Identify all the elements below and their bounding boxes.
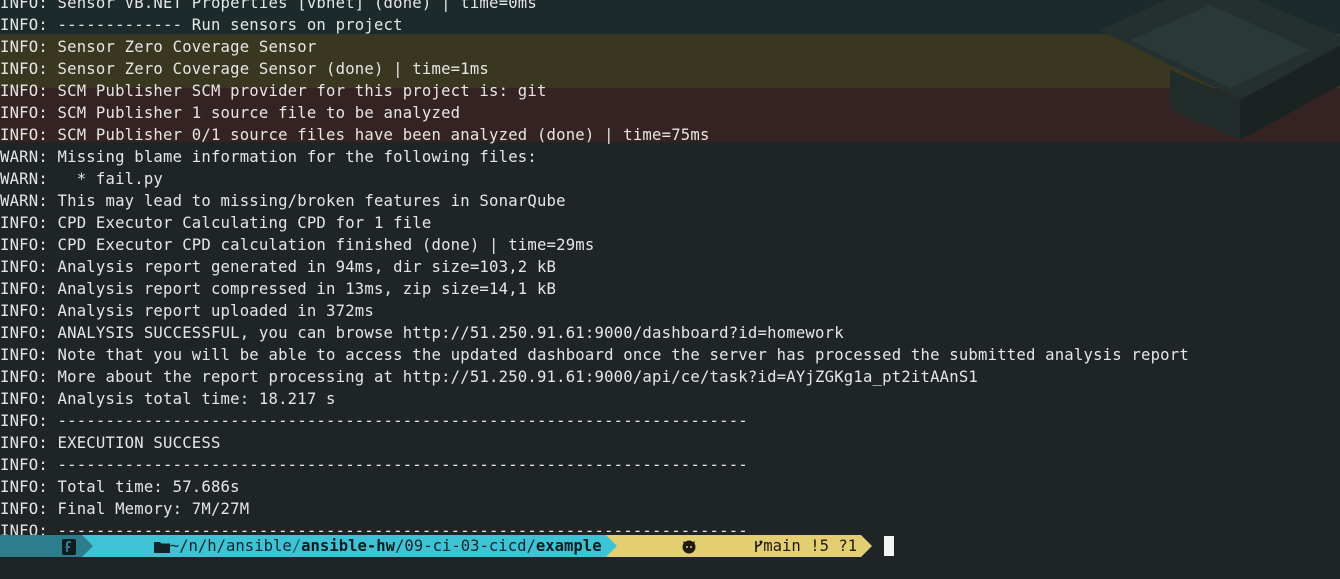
- log-line: INFO: ----------------------------------…: [0, 410, 1340, 432]
- log-line: WARN: * fail.py: [0, 168, 1340, 190]
- terminal-output: INFO: Sensor VB.NET Properties [vbnet] (…: [0, 0, 1340, 542]
- log-line: INFO: CPD Executor CPD calculation finis…: [0, 234, 1340, 256]
- log-line: INFO: Note that you will be able to acce…: [0, 344, 1340, 366]
- log-message: SCM Publisher SCM provider for this proj…: [47, 82, 547, 100]
- log-message: Analysis report compressed in 13ms, zip …: [47, 280, 557, 298]
- log-message: Missing blame information for the follow…: [47, 148, 537, 166]
- log-level: INFO:: [0, 82, 48, 100]
- log-level: INFO:: [0, 324, 48, 342]
- log-line: INFO: ----------------------------------…: [0, 454, 1340, 476]
- log-message: This may lead to missing/broken features…: [47, 192, 566, 210]
- terminal-cursor[interactable]: [884, 536, 895, 556]
- log-message: SCM Publisher 1 source file to be analyz…: [47, 104, 461, 122]
- log-level: INFO:: [0, 38, 48, 56]
- log-level: INFO:: [0, 0, 48, 12]
- log-message: Analysis report generated in 94ms, dir s…: [47, 258, 557, 276]
- log-level: INFO:: [0, 412, 48, 430]
- log-line: WARN: This may lead to missing/broken fe…: [0, 190, 1340, 212]
- log-line: INFO: Sensor Zero Coverage Sensor: [0, 36, 1340, 58]
- log-line: INFO: SCM Publisher SCM provider for thi…: [0, 80, 1340, 102]
- prompt-git-segment: main !5 ?1: [616, 535, 862, 557]
- log-line: INFO: Sensor VB.NET Properties [vbnet] (…: [0, 0, 1340, 14]
- prompt-separator: [605, 535, 617, 557]
- log-line: INFO: SCM Publisher 0/1 source files hav…: [0, 124, 1340, 146]
- prompt-os-segment: [0, 535, 83, 557]
- log-level: INFO:: [0, 16, 48, 34]
- log-line: INFO: EXECUTION SUCCESS: [0, 432, 1340, 454]
- log-level: INFO:: [0, 346, 48, 364]
- log-level: INFO:: [0, 104, 48, 122]
- log-level: INFO:: [0, 302, 48, 320]
- path-dir-ansible: ansible: [226, 537, 292, 555]
- log-message: Sensor Zero Coverage Sensor (done) | tim…: [47, 60, 490, 78]
- log-line: INFO: Analysis report compressed in 13ms…: [0, 278, 1340, 300]
- log-level: INFO:: [0, 368, 48, 386]
- log-line: INFO: Analysis report generated in 94ms,…: [0, 256, 1340, 278]
- git-status: main !5 ?1: [763, 537, 858, 555]
- log-level: INFO:: [0, 60, 48, 78]
- log-level: INFO:: [0, 478, 48, 496]
- log-level: INFO:: [0, 434, 48, 452]
- path-separator: /: [291, 537, 302, 555]
- github-octocat-icon: [625, 513, 697, 579]
- log-level: INFO:: [0, 214, 48, 232]
- log-line: INFO: Total time: 57.686s: [0, 476, 1340, 498]
- prompt-separator: [82, 535, 94, 557]
- log-message: Sensor Zero Coverage Sensor: [47, 38, 317, 56]
- log-line: INFO: ANALYSIS SUCCESSFUL, you can brows…: [0, 322, 1340, 344]
- path-dir-ansible-hw: ansible-hw: [301, 537, 396, 555]
- log-level: INFO:: [0, 258, 48, 276]
- log-message: Note that you will be able to access the…: [47, 346, 1189, 364]
- log-line: INFO: ------------- Run sensors on proje…: [0, 14, 1340, 36]
- log-level: INFO:: [0, 456, 48, 474]
- log-line: INFO: Analysis total time: 18.217 s: [0, 388, 1340, 410]
- log-message: ----------------------------------------…: [47, 456, 748, 474]
- log-level: WARN:: [0, 170, 48, 188]
- log-message: ----------------------------------------…: [47, 412, 748, 430]
- folder-icon: [97, 513, 170, 579]
- log-message: ------------- Run sensors on project: [47, 16, 403, 34]
- prompt-separator: [861, 535, 873, 557]
- log-message: More about the report processing at http…: [47, 368, 979, 386]
- path-current-dir: example: [535, 537, 602, 555]
- log-line: INFO: Analysis report uploaded in 372ms: [0, 300, 1340, 322]
- log-level: INFO:: [0, 280, 48, 298]
- shell-prompt[interactable]: ~/n/h/ansible / ansible-hw/09-ci-03-cicd/e…: [0, 535, 1340, 557]
- log-level: WARN:: [0, 192, 48, 210]
- log-message: Analysis report uploaded in 372ms: [47, 302, 374, 320]
- log-message: ANALYSIS SUCCESSFUL, you can browse http…: [47, 324, 844, 342]
- path-middle: /09-ci-03-cicd/: [395, 537, 536, 555]
- log-level: INFO:: [0, 236, 48, 254]
- log-level: INFO:: [0, 390, 48, 408]
- log-line: WARN: Missing blame information for the …: [0, 146, 1340, 168]
- log-line: INFO: Sensor Zero Coverage Sensor (done)…: [0, 58, 1340, 80]
- log-message: EXECUTION SUCCESS: [47, 434, 221, 452]
- log-line: INFO: CPD Executor Calculating CPD for 1…: [0, 212, 1340, 234]
- log-message: Sensor VB.NET Properties [vbnet] (done) …: [47, 0, 537, 12]
- fedora-icon: [6, 513, 77, 579]
- path-prefix: ~/n/h/: [169, 537, 227, 555]
- log-message: * fail.py: [47, 170, 164, 188]
- log-level: INFO:: [0, 126, 48, 144]
- prompt-path-segment: ~/n/h/ansible / ansible-hw/09-ci-03-cicd/e…: [93, 535, 606, 557]
- git-branch-icon: [697, 513, 763, 579]
- log-level: WARN:: [0, 148, 48, 166]
- log-message: CPD Executor Calculating CPD for 1 file: [47, 214, 432, 232]
- log-line: INFO: SCM Publisher 1 source file to be …: [0, 102, 1340, 124]
- log-message: SCM Publisher 0/1 source files have been…: [47, 126, 710, 144]
- log-message: Analysis total time: 18.217 s: [47, 390, 336, 408]
- log-line: INFO: More about the report processing a…: [0, 366, 1340, 388]
- log-message: CPD Executor CPD calculation finished (d…: [47, 236, 595, 254]
- log-message: Total time: 57.686s: [47, 478, 240, 496]
